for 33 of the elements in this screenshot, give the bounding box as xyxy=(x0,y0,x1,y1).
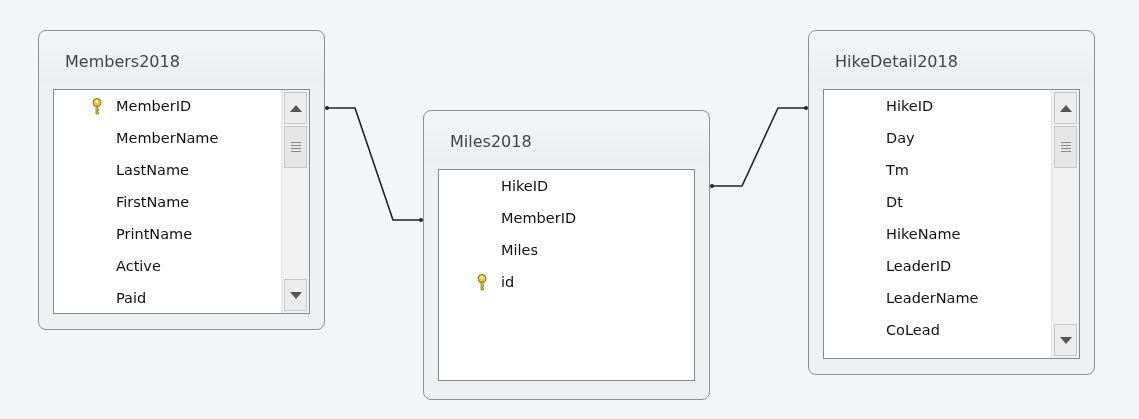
table-title: HikeDetail2018 xyxy=(834,50,959,73)
scroll-down-icon[interactable] xyxy=(284,279,307,311)
field-name[interactable]: id xyxy=(501,274,515,290)
field-name[interactable]: Active xyxy=(116,258,161,274)
field-name[interactable]: HikeName xyxy=(886,226,961,242)
field-name[interactable]: Paid xyxy=(116,290,147,306)
table-window[interactable]: Miles2018 HikeID MemberID Miles id xyxy=(423,110,710,400)
scrollbar[interactable] xyxy=(281,90,309,313)
field-name[interactable]: Day xyxy=(886,130,915,146)
scroll-up-icon[interactable] xyxy=(284,92,307,124)
field-name[interactable]: MemberID xyxy=(501,210,577,226)
scroll-thumb[interactable] xyxy=(1054,126,1077,168)
table-title: Miles2018 xyxy=(449,130,533,153)
field-name[interactable]: HikeID xyxy=(501,178,549,194)
table-window[interactable]: HikeDetail2018 HikeID Day Tm Dt HikeName LeaderID LeaderName CoLead xyxy=(808,30,1095,375)
table-title: Members2018 xyxy=(64,50,181,73)
field-name[interactable]: Dt xyxy=(886,194,903,210)
scroll-down-icon[interactable] xyxy=(1054,324,1077,356)
field-name[interactable]: CoLead xyxy=(886,322,940,338)
field-name[interactable]: LastName xyxy=(116,162,189,178)
field-name[interactable]: LeaderName xyxy=(886,290,979,306)
field-name[interactable]: LeaderID xyxy=(886,258,952,274)
scroll-thumb[interactable] xyxy=(284,126,307,168)
table-window[interactable]: Members2018 MemberID MemberName LastName FirstName PrintName Active Paid xyxy=(38,30,325,330)
field-name[interactable]: PrintName xyxy=(116,226,193,242)
field-name[interactable]: MemberName xyxy=(116,130,219,146)
field-name[interactable]: HikeID xyxy=(886,98,934,114)
scroll-up-icon[interactable] xyxy=(1054,92,1077,124)
scrollbar[interactable] xyxy=(1051,90,1079,358)
field-name[interactable]: MemberID xyxy=(116,98,192,114)
field-name[interactable]: Miles xyxy=(501,242,539,258)
field-name[interactable]: FirstName xyxy=(116,194,190,210)
field-name[interactable]: Tm xyxy=(886,162,909,178)
